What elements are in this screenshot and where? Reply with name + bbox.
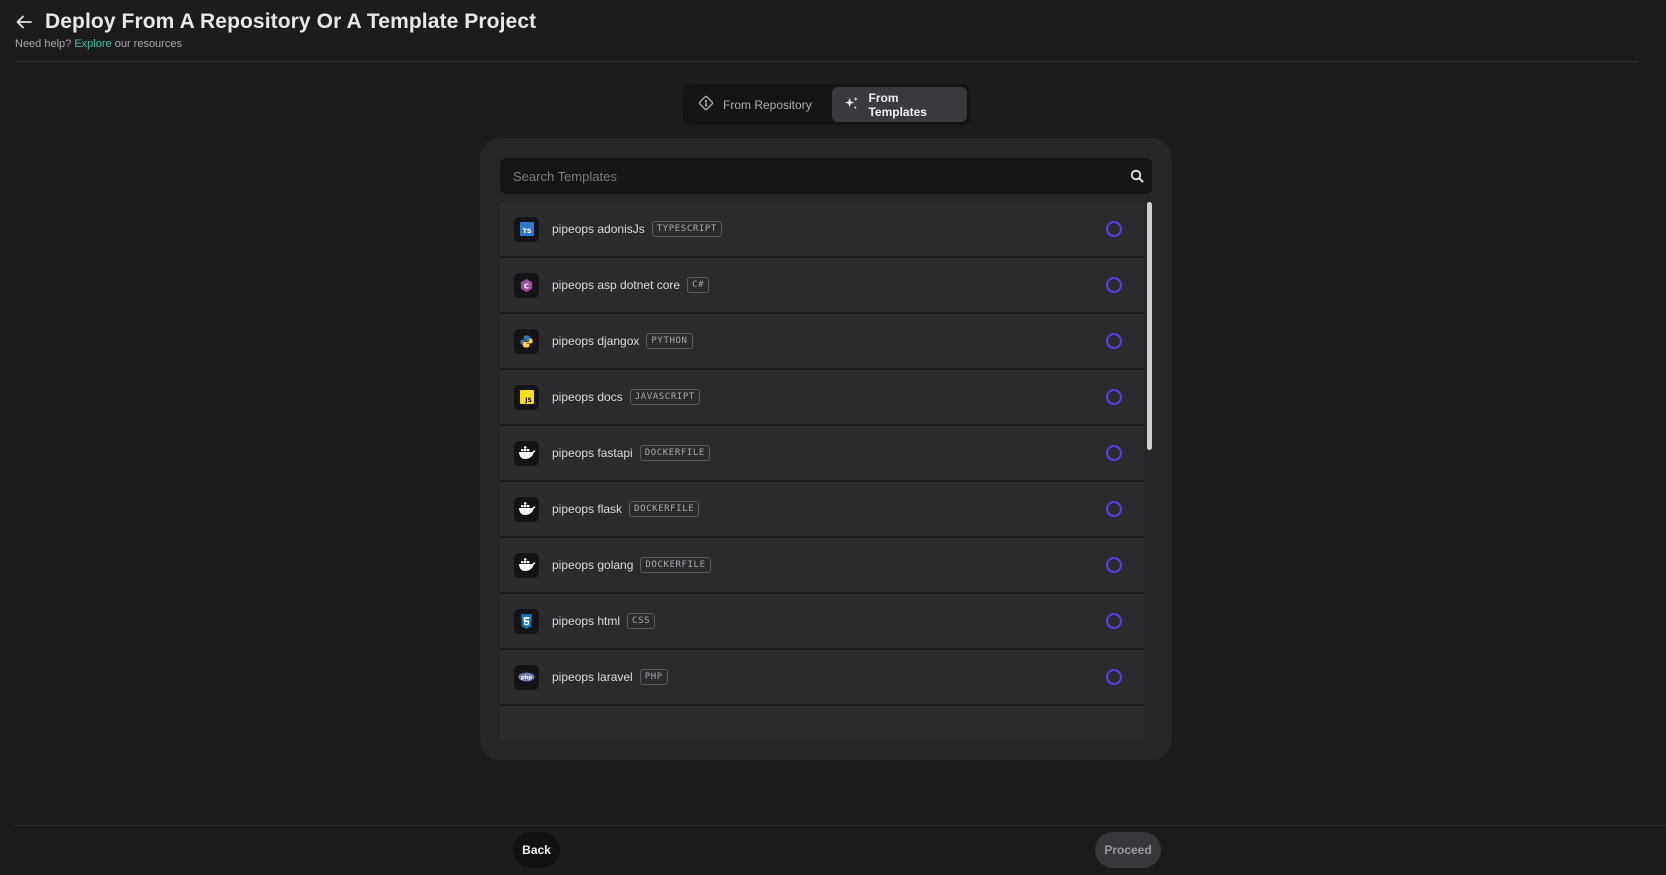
- select-radio[interactable]: [1106, 333, 1122, 349]
- template-row[interactable]: pipeops fastapi DOCKERFILE: [500, 426, 1144, 482]
- tab-from-templates-label: From Templates: [868, 90, 927, 119]
- template-name: pipeops html: [552, 614, 621, 628]
- tab-from-repository[interactable]: From Repository: [686, 87, 828, 122]
- list-scrollbar[interactable]: [1147, 202, 1152, 450]
- select-radio[interactable]: [1106, 557, 1122, 573]
- svg-text:JS: JS: [524, 397, 532, 404]
- select-radio[interactable]: [1106, 501, 1122, 517]
- proceed-button[interactable]: Proceed: [1095, 832, 1161, 868]
- csharp-icon: C: [514, 272, 539, 298]
- page-title: Deploy From A Repository Or A Template P…: [45, 10, 537, 33]
- template-list: TS pipeops adonisJs TYPESCRIPT C pipeops…: [500, 202, 1144, 740]
- tab-from-repository-label: From Repository: [723, 97, 812, 112]
- explore-link[interactable]: Explore: [74, 38, 111, 50]
- template-name: pipeops asp dotnet core: [552, 278, 681, 292]
- source-tabs: From Repository From Templates: [683, 84, 970, 125]
- footer-divider: [15, 825, 1666, 826]
- search-icon[interactable]: [1122, 158, 1152, 194]
- language-tag: PYTHON: [646, 333, 693, 349]
- template-name: pipeops golang: [552, 558, 634, 572]
- typescript-icon: TS: [514, 216, 539, 242]
- template-name: pipeops adonisJs: [552, 222, 645, 236]
- language-tag: C#: [687, 277, 710, 293]
- template-name: pipeops fastapi: [552, 446, 633, 460]
- help-suffix: our resources: [114, 38, 182, 50]
- template-name: pipeops djangox: [552, 334, 640, 348]
- language-tag: DOCKERFILE: [639, 445, 710, 461]
- back-button[interactable]: Back: [513, 832, 560, 868]
- template-row[interactable]: pipeops html CSS: [500, 594, 1144, 650]
- template-row[interactable]: C pipeops asp dotnet core C#: [500, 258, 1144, 314]
- sparkles-icon: [844, 96, 859, 114]
- language-tag: DOCKERFILE: [640, 557, 711, 573]
- svg-text:TS: TS: [522, 227, 531, 235]
- template-name: pipeops docs: [552, 390, 623, 404]
- javascript-icon: JS: [514, 384, 539, 410]
- select-radio[interactable]: [1106, 277, 1122, 293]
- select-radio[interactable]: [1106, 221, 1122, 237]
- language-tag: DOCKERFILE: [629, 501, 700, 517]
- template-name: pipeops laravel: [552, 670, 633, 684]
- svg-text:C: C: [524, 281, 529, 290]
- template-row[interactable]: pipeops flask DOCKERFILE: [500, 482, 1144, 538]
- select-radio[interactable]: [1106, 669, 1122, 685]
- python-icon: [514, 328, 539, 354]
- select-radio[interactable]: [1106, 445, 1122, 461]
- template-name: pipeops flask: [552, 502, 623, 516]
- template-row[interactable]: TS pipeops adonisJs TYPESCRIPT: [500, 202, 1144, 258]
- title-row: Deploy From A Repository Or A Template P…: [15, 10, 1639, 34]
- docker-icon: [514, 440, 539, 466]
- tab-from-templates[interactable]: From Templates: [832, 87, 967, 122]
- git-icon: [698, 95, 714, 114]
- template-row[interactable]: php pipeops laravel PHP: [500, 650, 1144, 706]
- search-input[interactable]: [500, 158, 1122, 194]
- search-bar: [500, 158, 1152, 194]
- css3-icon: [514, 608, 539, 634]
- svg-text:php: php: [521, 675, 532, 681]
- template-row[interactable]: JS pipeops docs JAVASCRIPT: [500, 370, 1144, 426]
- select-radio[interactable]: [1106, 389, 1122, 405]
- docker-icon: [514, 496, 539, 522]
- language-tag: CSS: [627, 613, 656, 629]
- language-tag: TYPESCRIPT: [651, 221, 722, 237]
- select-radio[interactable]: [1106, 613, 1122, 629]
- help-text: Need help? Explore our resources: [15, 38, 1639, 50]
- php-icon: php: [514, 664, 539, 690]
- template-row[interactable]: pipeops golang DOCKERFILE: [500, 538, 1144, 594]
- language-tag: JAVASCRIPT: [629, 389, 700, 405]
- template-row[interactable]: pipeops djangox PYTHON: [500, 314, 1144, 370]
- help-prefix: Need help?: [15, 38, 72, 50]
- docker-icon: [514, 552, 539, 578]
- template-row[interactable]: [500, 706, 1144, 740]
- language-tag: PHP: [639, 669, 668, 685]
- page-header: Deploy From A Repository Or A Template P…: [15, 10, 1639, 62]
- back-arrow-icon[interactable]: [15, 13, 33, 31]
- templates-panel: TS pipeops adonisJs TYPESCRIPT C pipeops…: [480, 138, 1172, 760]
